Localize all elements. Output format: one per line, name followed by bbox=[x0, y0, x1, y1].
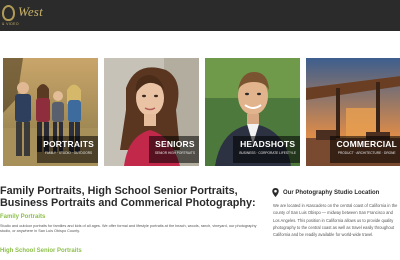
tile-portraits[interactable]: PORTRAITS FAMILY · STUDIO · OUTDOORS bbox=[3, 58, 98, 166]
tile-caption: COMMERCIAL PRODUCT · ARCHITECTURE · DRON… bbox=[330, 136, 400, 163]
logo[interactable]: West & VIDEO bbox=[2, 4, 43, 27]
logo-subtext: & VIDEO bbox=[2, 22, 19, 26]
tile-caption: HEADSHOTS BUSINESS · CORPORATE LIFESTYLE bbox=[233, 136, 300, 163]
logo-mark-icon bbox=[2, 5, 15, 21]
studio-location-text: We are located in Atascadero on the cent… bbox=[273, 203, 398, 238]
senior-portraits-heading[interactable]: High School Senior Portraits bbox=[0, 248, 82, 254]
map-pin-icon bbox=[272, 188, 279, 197]
tile-title: COMMERCIAL bbox=[336, 139, 397, 149]
main-heading: Family Portraits, High School Senior Por… bbox=[0, 185, 256, 209]
tile-subtitle: FAMILY · STUDIO · OUTDOORS bbox=[44, 151, 93, 155]
family-portraits-heading[interactable]: Family Portraits bbox=[0, 214, 45, 220]
tile-title: HEADSHOTS bbox=[240, 139, 296, 149]
top-bar: West & VIDEO bbox=[0, 0, 400, 31]
tile-subtitle: BUSINESS · CORPORATE LIFESTYLE bbox=[239, 151, 296, 155]
tile-caption: SENIORS SENIOR HIGH PORTRAITS bbox=[148, 136, 199, 163]
tile-subtitle: SENIOR HIGH PORTRAITS bbox=[154, 151, 195, 155]
tile-title: SENIORS bbox=[155, 139, 195, 149]
logo-text: West bbox=[18, 4, 43, 19]
family-portraits-text: Studio and outdoor portraits for familie… bbox=[0, 224, 257, 233]
tile-seniors[interactable]: SENIORS SENIOR HIGH PORTRAITS bbox=[104, 58, 199, 166]
tile-title: PORTRAITS bbox=[43, 139, 94, 149]
tile-subtitle: PRODUCT · ARCHITECTURE · DRONE bbox=[337, 151, 396, 155]
tile-caption: PORTRAITS FAMILY · STUDIO · OUTDOORS bbox=[37, 136, 98, 163]
tile-headshots[interactable]: HEADSHOTS BUSINESS · CORPORATE LIFESTYLE bbox=[205, 58, 300, 166]
tile-commercial[interactable]: COMMERCIAL PRODUCT · ARCHITECTURE · DRON… bbox=[306, 58, 400, 166]
studio-location-title: Our Photography Studio Location bbox=[272, 188, 379, 197]
studio-location-label: Our Photography Studio Location bbox=[283, 189, 380, 196]
